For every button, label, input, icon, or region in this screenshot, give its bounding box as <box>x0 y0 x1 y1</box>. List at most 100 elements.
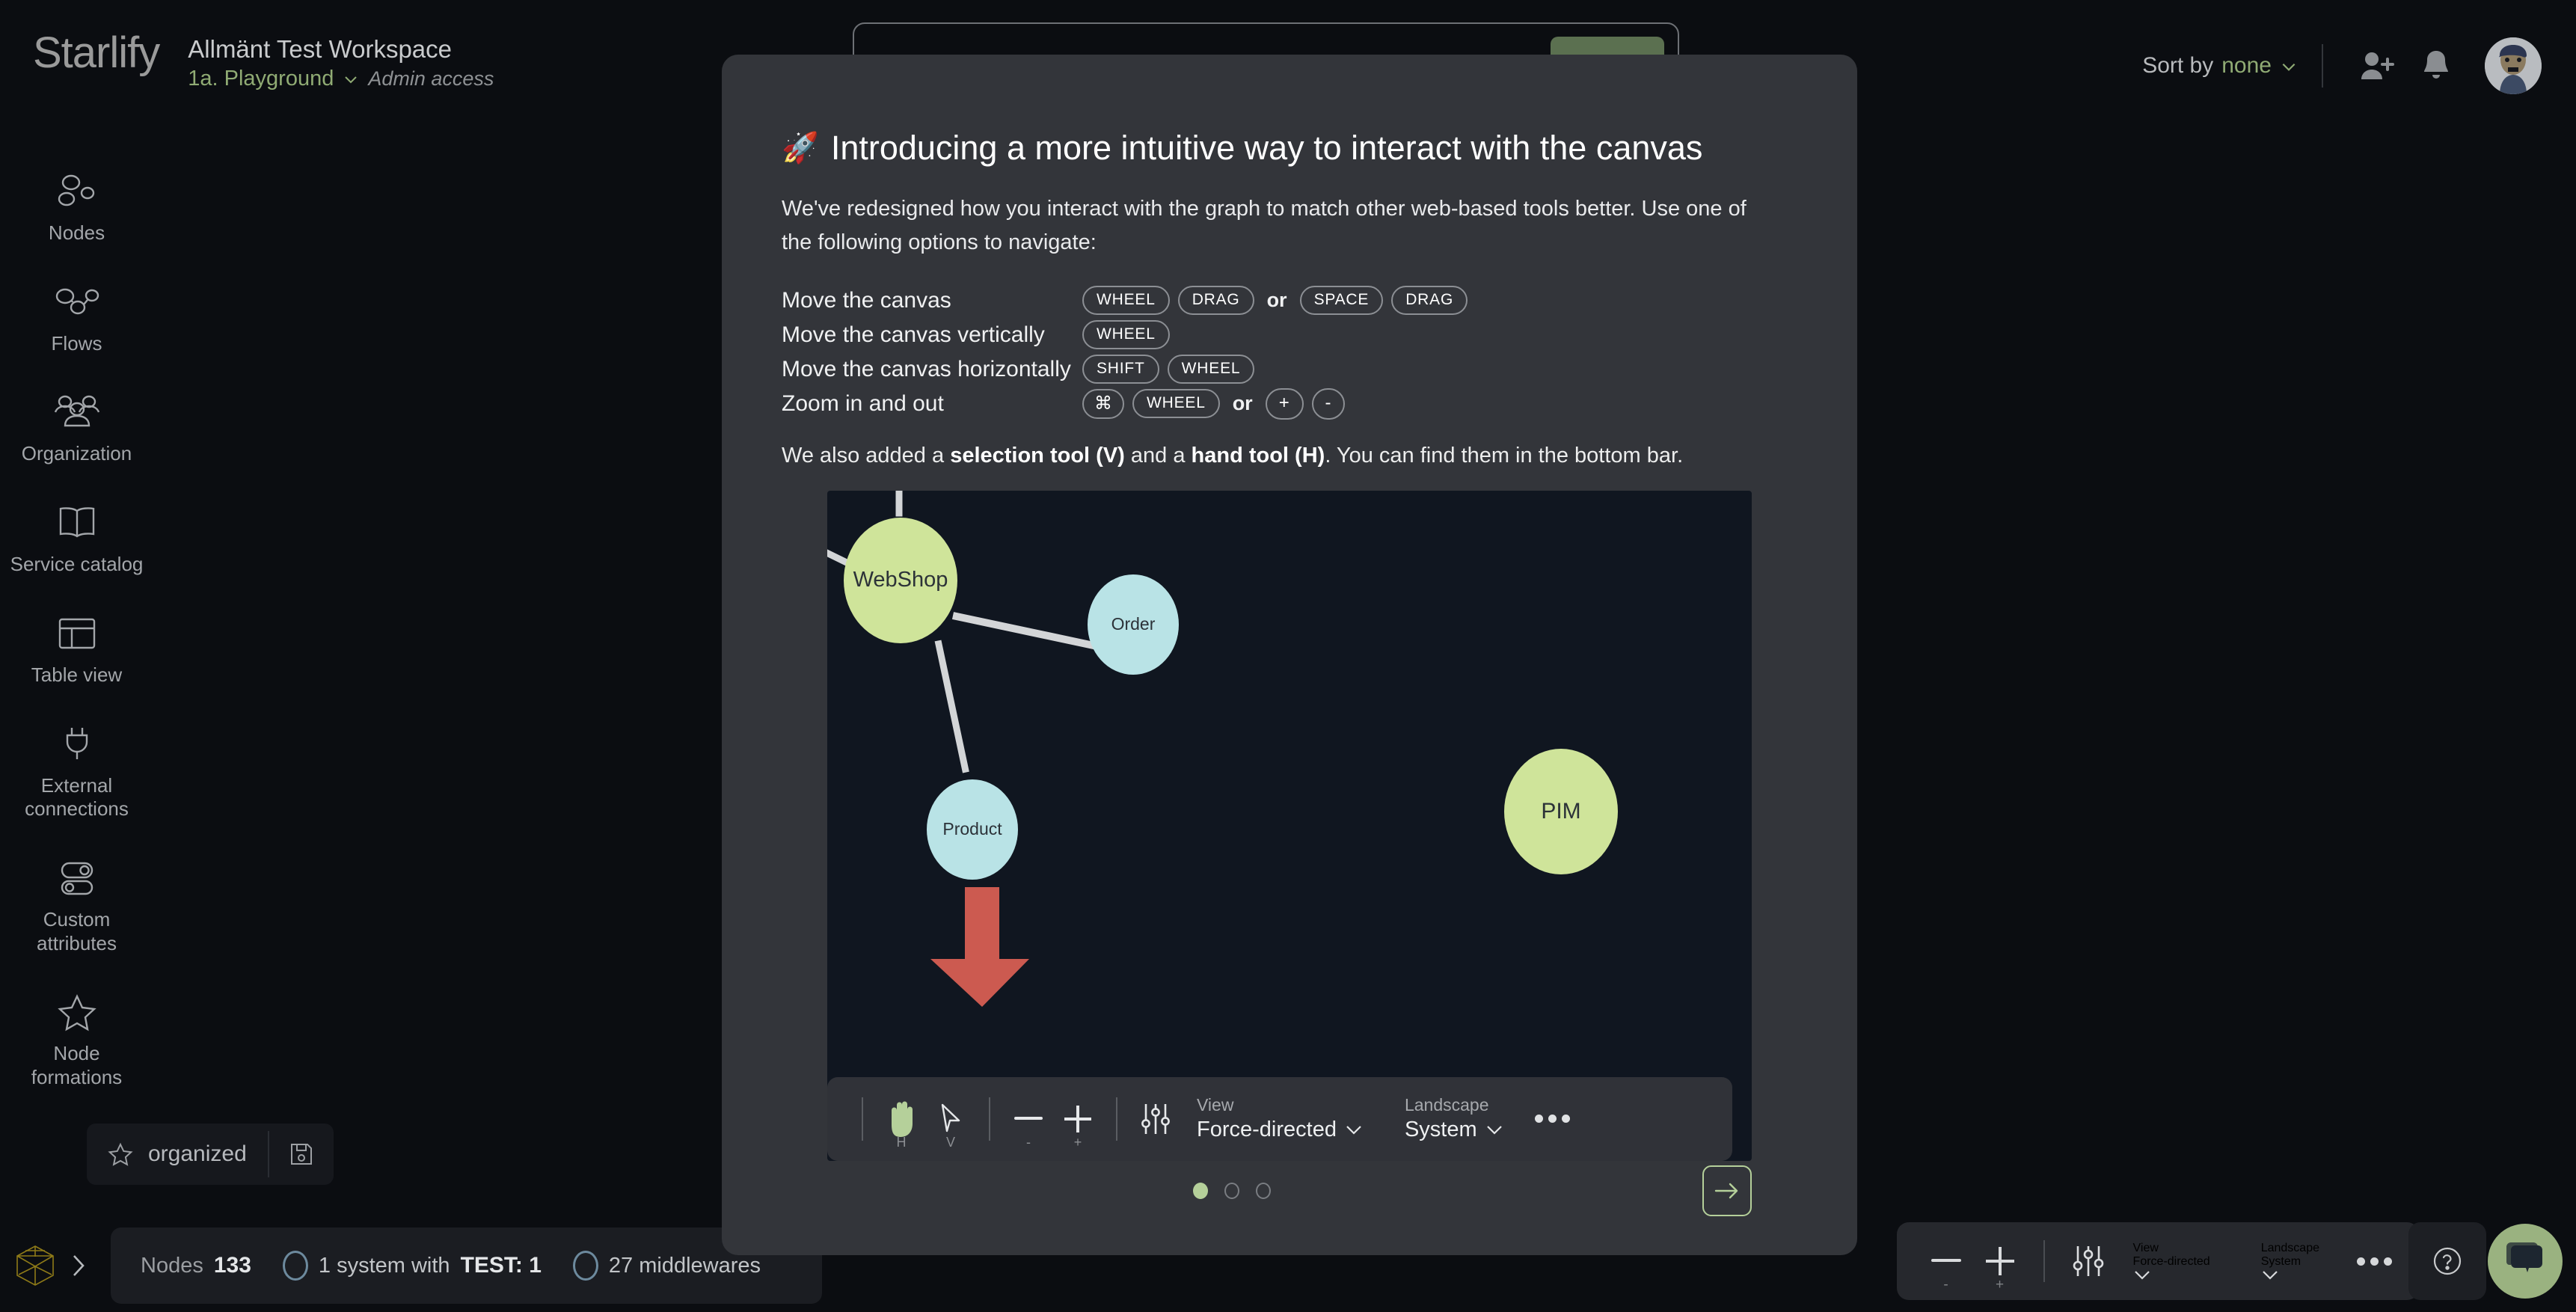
chevron-right-icon[interactable] <box>66 1248 91 1283</box>
book-icon <box>55 500 99 545</box>
node-formation-chip[interactable]: organized <box>87 1124 334 1185</box>
preview-view-dropdown[interactable]: View Force-directed <box>1197 1095 1363 1143</box>
sidebar-item-label: Node formations <box>31 1042 123 1089</box>
zoom-in-shortcut: + <box>1995 1277 2005 1293</box>
status-item[interactable]: 27 middlewares <box>572 1251 761 1281</box>
shortcut-label: Move the canvas vertically <box>782 322 1045 347</box>
pagination-dots <box>1043 1183 1271 1199</box>
pagination-dot[interactable] <box>1224 1183 1239 1199</box>
app-logo[interactable]: Starlify <box>33 31 160 75</box>
status-item[interactable]: 1 system with TEST: 1 <box>282 1251 542 1281</box>
pagination-dot[interactable] <box>1255 1183 1271 1199</box>
shortcut-keys: SHIFT WHEEL <box>1082 355 1255 384</box>
sidebar-item-organization[interactable]: Organization <box>0 385 153 470</box>
flows-icon <box>54 280 100 325</box>
sidebar-item-label: External connections <box>25 773 129 821</box>
graph-node[interactable]: WebShop <box>844 517 957 643</box>
toggles-icon <box>56 856 98 901</box>
view-label: View <box>2132 1242 2159 1254</box>
graph-node[interactable]: Order <box>1088 574 1179 675</box>
brand-area: Starlify Allmänt Test Workspace 1a. Play… <box>0 0 494 91</box>
arrow-right-icon <box>1712 1179 1742 1203</box>
shortcut-or: or <box>1266 289 1287 312</box>
nodes-count-label: Nodes <box>141 1253 203 1278</box>
sidebar-item-custom-attributes[interactable]: Custom attributes <box>0 851 153 960</box>
sliders-icon[interactable] <box>2061 1232 2115 1290</box>
zoom-out-button[interactable]: - <box>1919 1232 1973 1293</box>
more-dots-icon[interactable] <box>2357 1257 2392 1266</box>
chevron-down-icon <box>1346 1125 1361 1135</box>
circle-indicator-icon <box>282 1251 308 1281</box>
workspace-block: Allmänt Test Workspace 1a. Playground Ad… <box>188 31 494 91</box>
graph-node[interactable]: Product <box>927 779 1018 880</box>
graph-edge <box>951 611 1096 650</box>
environment-selector-label[interactable]: 1a. Playground <box>188 67 334 91</box>
formation-name: organized <box>148 1141 247 1166</box>
preview-zoom-in-button[interactable]: + <box>1053 1092 1103 1150</box>
status-item-text: 1 system with <box>318 1253 450 1278</box>
shortcut-keys: WHEEL <box>1082 320 1170 350</box>
shortcut-label: Move the canvas <box>782 287 951 313</box>
divider <box>1116 1097 1117 1141</box>
selection-tool-shortcut: V <box>945 1134 955 1150</box>
chevron-down-icon[interactable] <box>2280 58 2296 74</box>
help-circle-icon <box>2431 1245 2464 1278</box>
plug-icon <box>58 722 96 767</box>
view-value: Force-directed <box>2133 1255 2210 1281</box>
hand-tool-button[interactable]: H <box>877 1092 926 1150</box>
sidebar-item-label: Nodes <box>48 221 105 244</box>
zoom-out-shortcut: - <box>1943 1277 1948 1293</box>
cube-logo-icon[interactable] <box>12 1242 58 1289</box>
selection-tool-button[interactable]: V <box>926 1092 975 1150</box>
preview-landscape-dropdown[interactable]: Landscape System <box>1405 1095 1503 1143</box>
key-chip: DRAG <box>1177 286 1254 316</box>
save-icon <box>289 1141 314 1167</box>
nodes-count-group: Nodes 133 <box>141 1253 251 1278</box>
landscape-value: System <box>2261 1255 2319 1281</box>
key-chip-command: ⌘ <box>1082 388 1124 420</box>
chevron-down-icon[interactable] <box>343 71 359 88</box>
landscape-value-text: System <box>1404 1117 1477 1141</box>
access-level-label: Admin access <box>368 67 494 91</box>
sidebar-item-table-view[interactable]: Table view <box>0 607 153 692</box>
page-title: Introducing a more intuitive way to inte… <box>830 129 1703 167</box>
sidebar-item-label: Custom attributes <box>37 908 117 954</box>
add-user-icon[interactable] <box>2355 43 2401 89</box>
avatar[interactable] <box>2485 37 2542 94</box>
bell-icon[interactable] <box>2413 43 2459 89</box>
zoom-in-button[interactable]: + <box>1973 1232 2027 1293</box>
landscape-label: Landscape <box>2260 1242 2319 1254</box>
shortcut-or: or <box>1232 392 1253 415</box>
hand-tool-shortcut: H <box>896 1134 907 1150</box>
graph-edge <box>895 490 903 517</box>
next-button[interactable] <box>1702 1165 1752 1216</box>
view-label: View <box>1197 1094 1234 1115</box>
header-divider <box>2322 44 2323 88</box>
star-icon <box>56 990 98 1034</box>
sidebar-item-service-catalog[interactable]: Service catalog <box>0 496 153 581</box>
table-icon <box>57 611 97 656</box>
landscape-label: Landscape <box>1404 1094 1489 1115</box>
pagination-dot-active[interactable] <box>1192 1183 1208 1199</box>
landscape-dropdown[interactable]: Landscape System <box>2261 1242 2319 1281</box>
sort-by-control[interactable]: Sort by none <box>2142 53 2296 79</box>
shortcut-keys: WHEEL DRAG or SPACE DRAG <box>1082 286 1468 316</box>
divider <box>989 1097 990 1141</box>
preview-sliders-icon[interactable] <box>1131 1092 1180 1146</box>
shortcut-keys: ⌘ WHEEL or + - <box>1082 388 1346 420</box>
star-icon <box>108 1142 133 1166</box>
sidebar-item-node-formations[interactable]: Node formations <box>0 985 153 1094</box>
more-dots-icon[interactable] <box>1534 1115 1570 1124</box>
help-button[interactable] <box>2408 1222 2486 1300</box>
sidebar-item-flows[interactable]: Flows <box>0 275 153 361</box>
workspace-title: Allmänt Test Workspace <box>188 35 453 63</box>
formation-name-area[interactable]: organized <box>87 1124 268 1185</box>
preview-canvas-toolbar: H V - + View Force-directed Landscape Sy… <box>827 1076 1732 1161</box>
chat-button[interactable] <box>2488 1224 2563 1299</box>
graph-node[interactable]: PIM <box>1504 748 1618 874</box>
view-dropdown[interactable]: View Force-directed <box>2133 1242 2210 1281</box>
save-formation-button[interactable] <box>269 1124 334 1185</box>
sidebar-item-nodes[interactable]: Nodes <box>0 165 153 250</box>
sidebar-item-external-connections[interactable]: External connections <box>0 717 153 826</box>
preview-zoom-out-button[interactable]: - <box>1004 1092 1053 1150</box>
